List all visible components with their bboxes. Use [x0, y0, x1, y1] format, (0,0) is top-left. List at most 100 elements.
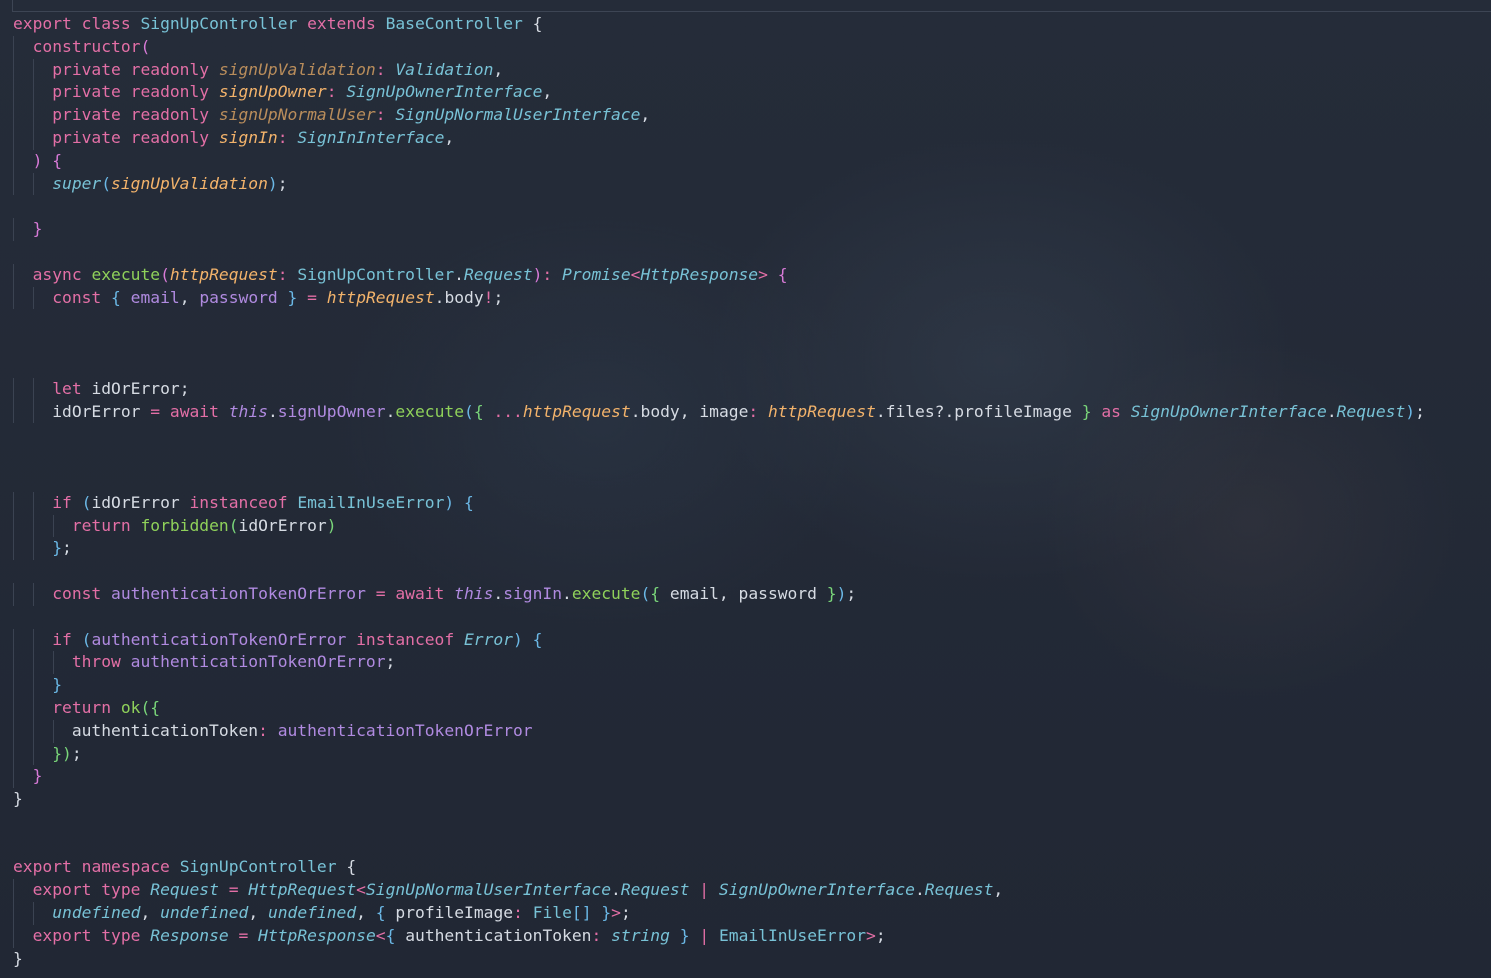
code-token: = [150, 401, 161, 421]
code-line[interactable] [13, 834, 1483, 857]
code-token: { [473, 401, 484, 421]
code-token: files [885, 401, 935, 421]
code-line[interactable]: super(signUpValidation); [13, 172, 1483, 196]
code-token: Error [463, 629, 513, 649]
code-token: readonly [130, 82, 210, 102]
code-line[interactable]: if (authenticationTokenOrError instanceo… [13, 628, 1483, 652]
code-token: { [464, 492, 474, 512]
code-token: . [1326, 401, 1337, 421]
code-line[interactable]: export namespace SignUpController { [13, 856, 1483, 879]
code-line[interactable]: } [13, 765, 1483, 789]
code-line[interactable] [13, 355, 1483, 378]
code-token: let [52, 378, 82, 398]
code-token: ( [81, 629, 92, 649]
code-line[interactable]: async execute(httpRequest: SignUpControl… [13, 263, 1483, 287]
code-token: ; [620, 903, 631, 923]
code-token: , [356, 903, 366, 923]
code-editor[interactable]: export class SignUpController extends Ba… [13, 13, 1483, 978]
code-line[interactable]: private readonly signUpValidation: Valid… [13, 58, 1483, 82]
indent-guide [33, 514, 35, 538]
code-line[interactable] [13, 332, 1483, 355]
code-line[interactable]: const { email, password } = httpRequest.… [13, 286, 1483, 310]
code-line[interactable]: authenticationToken: authenticationToken… [13, 719, 1483, 743]
code-line[interactable] [13, 241, 1483, 264]
code-line[interactable]: constructor( [13, 35, 1483, 59]
code-line[interactable]: undefined, undefined, undefined, { profi… [13, 902, 1483, 925]
code-token: : [542, 264, 553, 284]
code-line[interactable]: } [13, 218, 1483, 241]
code-line[interactable]: private readonly signIn: SignInInterface… [13, 126, 1483, 150]
code-token: | [699, 925, 710, 945]
indent-guide [13, 35, 14, 59]
code-line[interactable]: } [13, 788, 1483, 811]
code-token: undefined [267, 903, 357, 923]
code-token: if [52, 629, 72, 649]
code-token: Validation [395, 59, 494, 79]
code-line[interactable]: idOrError = await this.signUpOwner.execu… [13, 400, 1483, 424]
indent-guide [13, 172, 14, 196]
code-line[interactable] [13, 446, 1483, 469]
code-line[interactable]: export type Response = HttpResponse<{ au… [13, 924, 1483, 948]
code-line[interactable]: export type Request = HttpRequest<SignUp… [13, 879, 1483, 903]
code-token: readonly [130, 127, 210, 147]
code-token: private [52, 59, 121, 79]
code-line[interactable] [13, 606, 1483, 629]
code-token: instanceof [189, 492, 288, 512]
indent-guide [13, 263, 14, 287]
indent-guide [33, 696, 35, 720]
code-token: . [434, 287, 445, 307]
code-token: } [32, 219, 43, 239]
code-line[interactable] [13, 560, 1483, 583]
code-token: } [52, 538, 63, 558]
code-token: async [32, 264, 82, 284]
code-token: await [169, 401, 219, 421]
code-line[interactable]: return forbidden(idOrError) [13, 514, 1483, 538]
code-line[interactable]: const authenticationTokenOrError = await… [13, 582, 1483, 606]
indent-guide [13, 286, 14, 310]
code-token: idOrError [238, 515, 327, 535]
code-token: . [914, 880, 925, 900]
code-token: { [532, 14, 543, 33]
code-token: class [81, 14, 131, 33]
code-line[interactable]: } [13, 948, 1483, 971]
code-line[interactable]: private readonly signUpOwner: SignUpOwne… [13, 81, 1483, 105]
code-line[interactable]: return ok({ [13, 696, 1483, 720]
code-token: body [444, 287, 484, 307]
code-line[interactable] [13, 195, 1483, 218]
code-line[interactable]: private readonly signUpNormalUser: SignU… [13, 104, 1483, 127]
code-token: ) [532, 264, 543, 284]
code-line[interactable] [13, 309, 1483, 332]
code-line[interactable]: throw authenticationTokenOrError; [13, 651, 1483, 675]
code-line[interactable] [13, 423, 1483, 446]
indent-guide [33, 104, 35, 127]
code-token: } [52, 743, 63, 763]
code-line[interactable]: ) { [13, 149, 1483, 173]
code-line[interactable]: let idOrError; [13, 377, 1483, 401]
code-line[interactable]: } [13, 674, 1483, 697]
code-line[interactable]: export class SignUpController extends Ba… [13, 13, 1483, 36]
code-line[interactable] [13, 811, 1483, 834]
code-token: signIn [503, 583, 563, 603]
code-token: export [32, 925, 92, 945]
code-line[interactable]: }); [13, 742, 1483, 766]
code-token: ( [101, 173, 112, 193]
code-line[interactable]: }; [13, 537, 1483, 561]
code-token: } [13, 789, 23, 809]
code-line[interactable]: if (idOrError instanceof EmailInUseError… [13, 491, 1483, 515]
code-line[interactable] [13, 469, 1483, 492]
